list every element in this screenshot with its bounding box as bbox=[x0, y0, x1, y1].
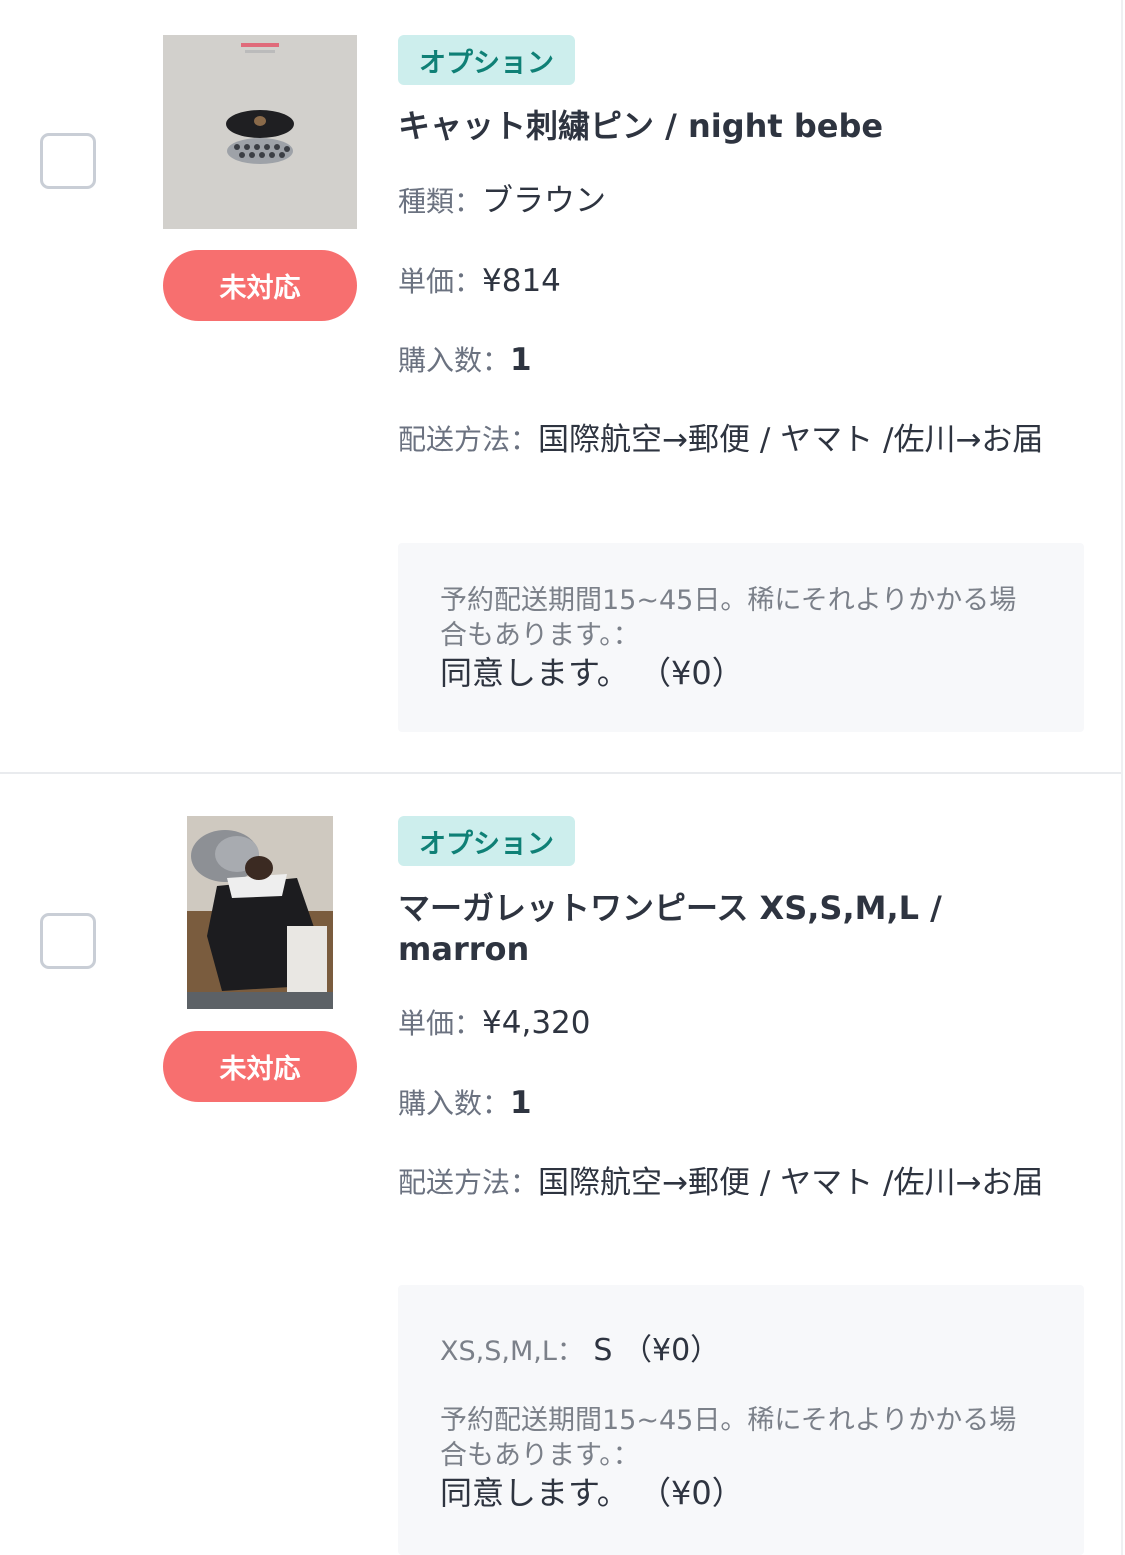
order-item: 未対応 オプション キャット刺繍ピン / night bebe 種類：ブラウン … bbox=[0, 0, 1121, 772]
quantity-label: 購入数： bbox=[398, 344, 511, 377]
size-value: S （¥0） bbox=[593, 1333, 721, 1368]
price-value: ¥4,320 bbox=[482, 1005, 591, 1041]
quantity-label: 購入数： bbox=[398, 1087, 511, 1120]
select-checkbox[interactable] bbox=[40, 133, 96, 189]
option-note-box: XS,S,M,L： S （¥0） 予約配送期間15~45日。稀にそれよりかかる場… bbox=[398, 1285, 1084, 1555]
shipping-row: 配送方法： 国際航空→郵便 / ヤマト /佐川→お届 bbox=[398, 1163, 1048, 1207]
product-image[interactable] bbox=[187, 816, 333, 1009]
dress-photo bbox=[187, 816, 333, 1009]
kind-value: ブラウン bbox=[482, 183, 607, 219]
price-label: 単価： bbox=[398, 1007, 483, 1040]
note-question: 予約配送期間15~45日。稀にそれよりかかる場合もあります。： bbox=[440, 585, 1017, 651]
status-badge: 未対応 bbox=[163, 250, 357, 321]
scroll-edge bbox=[1121, 0, 1123, 1555]
price-row: 単価：¥4,320 bbox=[398, 1003, 591, 1044]
product-title[interactable]: キャット刺繍ピン / night bebe bbox=[398, 106, 1078, 147]
option-tag: オプション bbox=[398, 35, 575, 85]
size-option: XS,S,M,L： S （¥0） bbox=[440, 1325, 1042, 1369]
price-label: 単価： bbox=[398, 265, 483, 298]
quantity-row: 購入数：1 bbox=[398, 1083, 532, 1124]
option-note-box: 予約配送期間15~45日。稀にそれよりかかる場合もあります。： 同意します。 （… bbox=[398, 543, 1084, 732]
shipping-value: 国際航空→郵便 / ヤマト /佐川→お届 bbox=[538, 422, 1044, 458]
kind-row: 種類：ブラウン bbox=[398, 181, 606, 222]
select-checkbox[interactable] bbox=[40, 913, 96, 969]
shipping-row: 配送方法： 国際航空→郵便 / ヤマト /佐川→お届 bbox=[398, 420, 1048, 464]
quantity-value: 1 bbox=[510, 1085, 532, 1121]
note-question: 予約配送期間15~45日。稀にそれよりかかる場合もあります。： bbox=[440, 1405, 1017, 1471]
option-tag: オプション bbox=[398, 816, 575, 866]
order-item: 未対応 オプション マーガレットワンピース XS,S,M,L / marron … bbox=[0, 774, 1121, 1555]
shipping-label: 配送方法： bbox=[398, 423, 539, 456]
kind-label: 種類： bbox=[398, 185, 483, 218]
note-answer: 同意します。 （¥0） bbox=[440, 654, 744, 692]
status-badge: 未対応 bbox=[163, 1031, 357, 1102]
product-image[interactable] bbox=[163, 35, 357, 229]
hair-pin-photo bbox=[163, 35, 357, 229]
shipping-label: 配送方法： bbox=[398, 1166, 539, 1199]
price-row: 単価：¥814 bbox=[398, 261, 561, 302]
quantity-row: 購入数：1 bbox=[398, 340, 532, 381]
shipping-value: 国際航空→郵便 / ヤマト /佐川→お届 bbox=[538, 1165, 1044, 1201]
note-answer: 同意します。 （¥0） bbox=[440, 1474, 744, 1512]
price-value: ¥814 bbox=[482, 263, 561, 299]
size-label: XS,S,M,L： bbox=[440, 1336, 584, 1367]
product-title[interactable]: マーガレットワンピース XS,S,M,L / marron bbox=[398, 888, 1078, 970]
quantity-value: 1 bbox=[510, 342, 532, 378]
